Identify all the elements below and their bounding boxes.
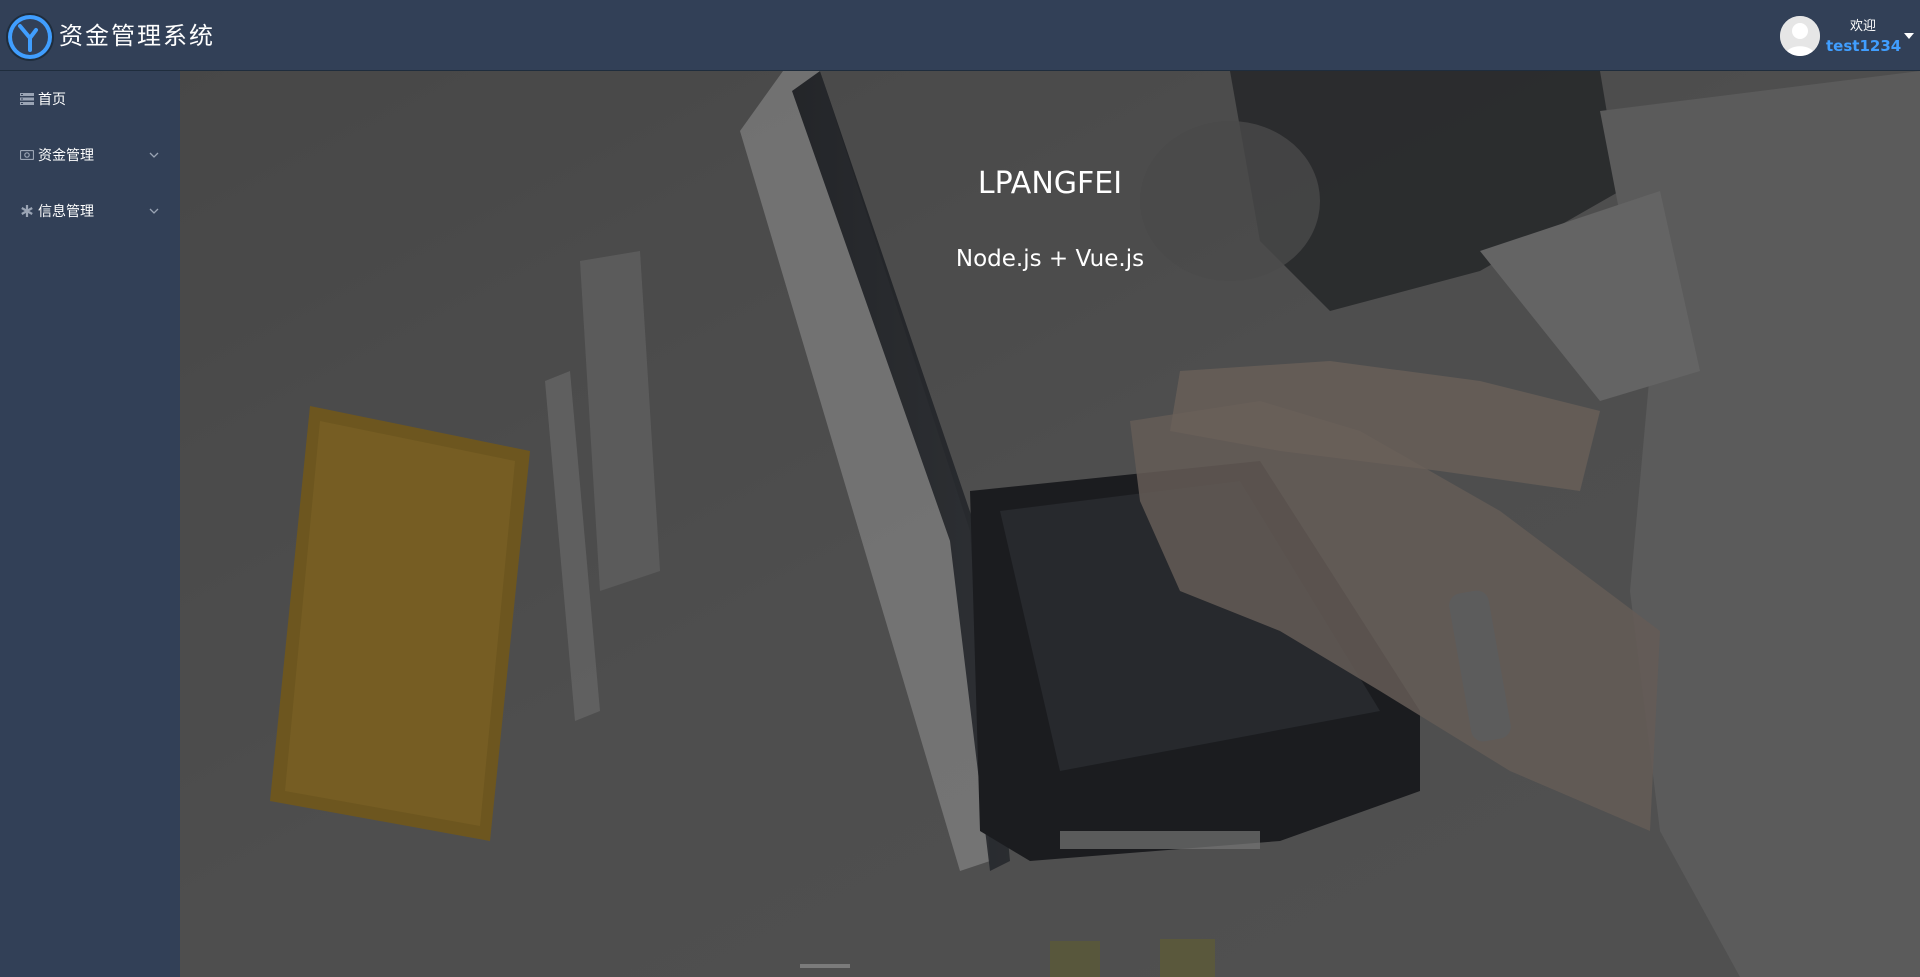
sidebar-item-home[interactable]: 首页 <box>0 71 180 127</box>
sidebar-item-label: 首页 <box>38 92 66 108</box>
chevron-down-icon <box>149 208 159 214</box>
sidebar-item-funds[interactable]: 资金管理 <box>0 127 180 183</box>
welcome-label: 欢迎 <box>1849 19 1876 34</box>
username-label: test1234 <box>1826 37 1902 55</box>
user-info: 欢迎 test1234 <box>1770 0 1920 71</box>
app-title: 资金管理系统 <box>59 22 215 50</box>
asterisk-icon <box>20 204 34 218</box>
user-avatar-icon <box>1780 16 1820 56</box>
main-content: LPANGFEI Node.js + Vue.js <box>180 71 1920 977</box>
clock-logo-icon[interactable] <box>5 12 55 62</box>
money-icon <box>20 148 34 162</box>
list-icon <box>20 92 34 106</box>
sidebar-item-info[interactable]: 信息管理 <box>0 183 180 239</box>
sidebar-menu: 首页 资金管理 信息管理 <box>0 71 180 977</box>
hero-title: LPANGFEI <box>977 166 1123 201</box>
hero-subtitle: Node.js + Vue.js <box>955 246 1145 272</box>
caret-down-icon[interactable] <box>1904 33 1914 39</box>
hero-background-image <box>180 71 1920 977</box>
top-header: 资金管理系统 欢迎 test1234 <box>0 0 1920 71</box>
chevron-down-icon <box>149 152 159 158</box>
sidebar-item-label: 信息管理 <box>38 204 94 220</box>
sidebar-item-label: 资金管理 <box>38 148 94 164</box>
